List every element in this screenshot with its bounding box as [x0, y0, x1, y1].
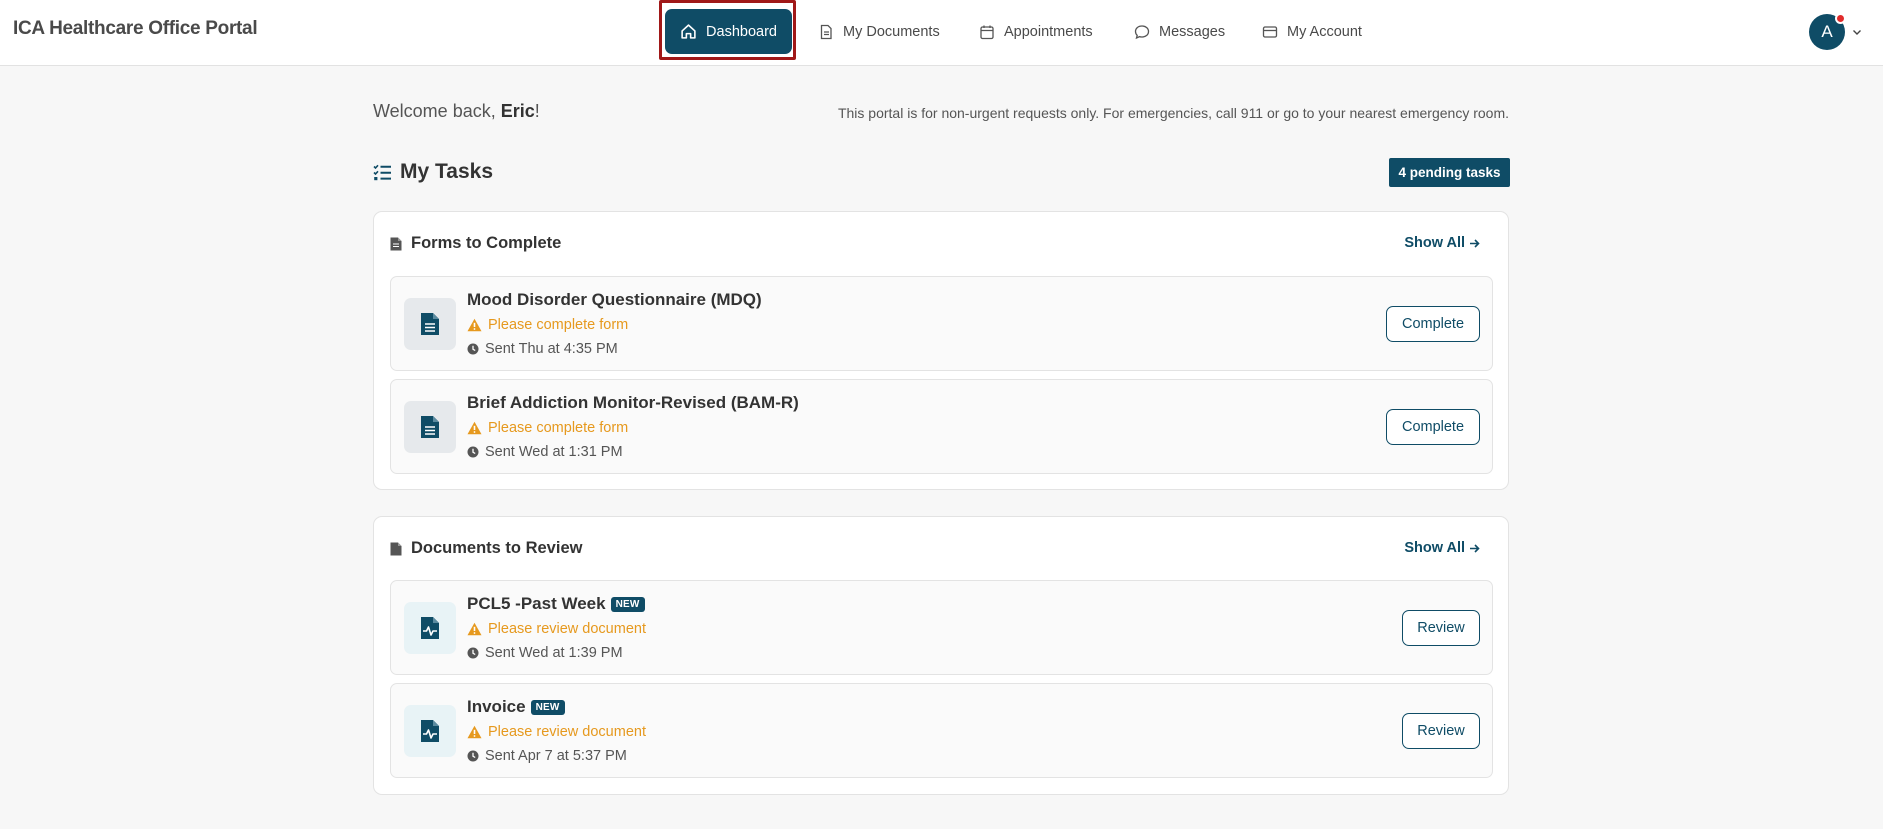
arrow-right-icon [1470, 543, 1480, 553]
form-task-card: Brief Addiction Monitor-Revised (BAM-R) … [390, 379, 1493, 474]
nav-dashboard[interactable]: Dashboard [665, 9, 792, 54]
form-sent-time: Sent Thu at 4:35 PM [467, 341, 618, 357]
document-icon-tile [404, 705, 456, 757]
form-icon-tile [404, 401, 456, 453]
chevron-down-icon[interactable] [1851, 26, 1863, 38]
file-icon [390, 542, 402, 555]
calendar-icon [980, 25, 994, 40]
complete-button[interactable]: Complete [1386, 306, 1480, 342]
chat-icon [1134, 25, 1150, 40]
clock-icon [467, 750, 479, 762]
welcome-message: Welcome back, Eric! [373, 101, 540, 121]
warning-icon [467, 725, 482, 739]
user-name: Eric [500, 101, 535, 121]
notification-dot [1835, 13, 1846, 24]
document-sent-time: Sent Wed at 1:39 PM [467, 645, 623, 661]
document-status: Please review document [467, 621, 646, 637]
form-document-icon [421, 416, 439, 438]
document-task-card: PCL5 -Past Week NEW Please review docume… [390, 580, 1493, 675]
nav-my-account[interactable]: My Account [1262, 13, 1362, 51]
nav-messages-label: Messages [1159, 24, 1226, 40]
complete-button[interactable]: Complete [1386, 409, 1480, 445]
task-list-icon [373, 164, 391, 180]
nav-messages[interactable]: Messages [1134, 13, 1225, 51]
document-task-card: Invoice NEW Please review document Sent … [390, 683, 1493, 778]
document-sent-time: Sent Apr 7 at 5:37 PM [467, 748, 627, 764]
top-navbar: ICA Healthcare Office Portal [0, 0, 1883, 66]
document-title[interactable]: Invoice NEW [467, 697, 565, 717]
form-task-card: Mood Disorder Questionnaire (MDQ) Please… [390, 276, 1493, 371]
form-title[interactable]: Mood Disorder Questionnaire (MDQ) [467, 290, 762, 310]
nav-dashboard-label: Dashboard [706, 23, 777, 40]
documents-to-review-section: Documents to Review Show All PCL5 -Past … [373, 516, 1509, 795]
document-icon [820, 24, 832, 40]
warning-icon [467, 622, 482, 636]
file-icon [390, 237, 402, 250]
arrow-right-icon [1470, 238, 1480, 248]
form-status: Please complete form [467, 420, 628, 436]
pending-tasks-badge: 4 pending tasks [1389, 158, 1510, 187]
clock-icon [467, 647, 479, 659]
brand-title[interactable]: ICA Healthcare Office Portal [13, 18, 258, 40]
review-button[interactable]: Review [1402, 713, 1480, 749]
documents-show-all-link[interactable]: Show All [1404, 540, 1480, 556]
medical-file-icon [421, 720, 439, 742]
document-icon-tile [404, 602, 456, 654]
forms-section-header: Forms to Complete [390, 234, 561, 253]
review-button[interactable]: Review [1402, 610, 1480, 646]
credit-card-icon [1262, 26, 1278, 38]
form-icon-tile [404, 298, 456, 350]
warning-icon [467, 421, 482, 435]
document-title[interactable]: PCL5 -Past Week NEW [467, 594, 645, 614]
nav-appointments-label: Appointments [1004, 24, 1093, 40]
medical-file-icon [421, 617, 439, 639]
form-status: Please complete form [467, 317, 628, 333]
form-sent-time: Sent Wed at 1:31 PM [467, 444, 623, 460]
documents-section-title: Documents to Review [411, 539, 583, 557]
new-badge: NEW [610, 596, 645, 612]
form-document-icon [421, 313, 439, 335]
nav-appointments[interactable]: Appointments [979, 13, 1093, 51]
documents-section-header: Documents to Review [390, 539, 582, 558]
forms-to-complete-section: Forms to Complete Show All Mood Disorder… [373, 211, 1509, 490]
clock-icon [467, 446, 479, 458]
clock-icon [467, 343, 479, 355]
warning-icon [467, 318, 482, 332]
my-tasks-title: My Tasks [400, 160, 493, 183]
home-icon [681, 24, 696, 39]
nav-my-documents-label: My Documents [843, 24, 940, 40]
new-badge: NEW [530, 699, 565, 715]
forms-section-title: Forms to Complete [411, 234, 562, 252]
emergency-notice: This portal is for non-urgent requests o… [837, 105, 1509, 121]
form-title[interactable]: Brief Addiction Monitor-Revised (BAM-R) [467, 393, 799, 413]
nav-my-account-label: My Account [1287, 24, 1362, 40]
forms-show-all-link[interactable]: Show All [1404, 235, 1480, 251]
my-tasks-heading: My Tasks [373, 160, 493, 184]
document-status: Please review document [467, 724, 646, 740]
nav-my-documents[interactable]: My Documents [818, 13, 940, 51]
